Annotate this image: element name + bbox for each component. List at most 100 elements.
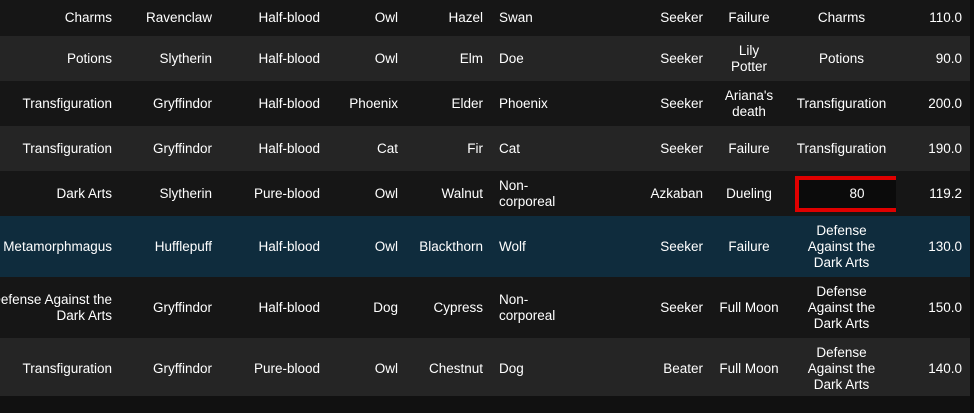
cell-boggart[interactable]: Failure — [711, 216, 787, 277]
cell-blood-status[interactable]: Half-blood — [220, 277, 328, 338]
cell-blood-status-text: Half-blood — [258, 140, 320, 156]
cell-blood-status[interactable]: Half-blood — [220, 126, 328, 171]
cell-house-text: Gryffindor — [152, 95, 212, 111]
cell-subject[interactable]: Potions — [787, 36, 896, 81]
cell-pet[interactable]: Owl — [328, 0, 406, 36]
cell-pet[interactable]: Owl — [328, 36, 406, 81]
cell-position[interactable]: Seeker — [577, 0, 711, 36]
cell-course[interactable]: Potions — [0, 36, 120, 81]
cell-boggart[interactable]: Full Moon — [711, 338, 787, 396]
cell-blood-status[interactable]: Half-blood — [220, 36, 328, 81]
cell-pet[interactable]: Dog — [328, 277, 406, 338]
cell-course[interactable]: Defense Against the Dark Arts — [0, 277, 120, 338]
cell-wand-wood[interactable]: Elm — [406, 36, 491, 81]
table-row[interactable]: Transfiguration Gryffindor Half-blood Phoen… — [0, 81, 970, 126]
data-grid-body: Charms Ravenclaw Half-blood Owl Hazel Swan See… — [0, 0, 970, 396]
table-row[interactable]: Transfiguration Gryffindor Pure-blood Owl Ch… — [0, 338, 970, 396]
cell-patronus[interactable]: Doe — [491, 36, 577, 81]
cell-value[interactable]: 190.0 — [896, 126, 970, 171]
cell-blood-status[interactable]: Pure-blood — [220, 338, 328, 396]
cell-wand-wood[interactable]: Cypress — [406, 277, 491, 338]
cell-house[interactable]: Gryffindor — [120, 277, 220, 338]
cell-wand-wood[interactable]: Fir — [406, 126, 491, 171]
cell-patronus[interactable]: Wolf — [491, 216, 577, 277]
cell-position[interactable]: Seeker — [577, 126, 711, 171]
cell-blood-status[interactable]: Half-blood — [220, 81, 328, 126]
cell-pet[interactable]: Owl — [328, 216, 406, 277]
data-grid-viewport[interactable]: Charms Ravenclaw Half-blood Owl Hazel Swan See… — [0, 0, 970, 396]
cell-boggart[interactable]: Lily Potter — [711, 36, 787, 81]
table-row[interactable]: Transfiguration Gryffindor Half-blood Cat Fi… — [0, 126, 970, 171]
cell-house[interactable]: Gryffindor — [120, 338, 220, 396]
cell-subject[interactable]: Charms — [787, 0, 896, 36]
cell-position[interactable]: Seeker — [577, 216, 711, 277]
cell-patronus[interactable]: Cat — [491, 126, 577, 171]
cell-value[interactable]: 110.0 — [896, 0, 970, 36]
cell-house[interactable]: Hufflepuff — [120, 216, 220, 277]
cell-boggart-text: Dueling — [726, 185, 772, 201]
cell-position[interactable]: Azkaban — [577, 171, 711, 216]
cell-edit-input[interactable] — [795, 175, 896, 212]
cell-course[interactable]: Dark Arts — [0, 171, 120, 216]
cell-value[interactable]: 200.0 — [896, 81, 970, 126]
cell-boggart[interactable]: Failure — [711, 126, 787, 171]
cell-wand-wood-text: Fir — [467, 140, 483, 156]
cell-wand-wood[interactable]: Chestnut — [406, 338, 491, 396]
cell-boggart[interactable]: Full Moon — [711, 277, 787, 338]
table-row[interactable]: Charms Ravenclaw Half-blood Owl Hazel Swan See… — [0, 0, 970, 36]
cell-patronus[interactable]: Dog — [491, 338, 577, 396]
cell-house[interactable]: Slytherin — [120, 36, 220, 81]
cell-subject[interactable]: Defense Against the Dark Arts — [787, 216, 896, 277]
cell-course[interactable]: Charms — [0, 0, 120, 36]
cell-subject[interactable]: Defense Against the Dark Arts — [787, 277, 896, 338]
cell-pet[interactable]: Owl — [328, 171, 406, 216]
cell-house[interactable]: Ravenclaw — [120, 0, 220, 36]
cell-patronus[interactable]: Swan — [491, 0, 577, 36]
cell-subject[interactable]: Defense Against the Dark Arts — [787, 338, 896, 396]
cell-value[interactable]: 119.2 — [896, 171, 970, 216]
cell-value[interactable]: 90.0 — [896, 36, 970, 81]
cell-course[interactable]: Transfiguration — [0, 126, 120, 171]
cell-position-text: Seeker — [660, 10, 703, 25]
cell-subject-text: Defense Against the Dark Arts — [807, 283, 876, 331]
cell-pet[interactable]: Phoenix — [328, 81, 406, 126]
cell-position[interactable]: Seeker — [577, 81, 711, 126]
cell-course[interactable]: Transfiguration — [0, 338, 120, 396]
cell-value[interactable]: 130.0 — [896, 216, 970, 277]
cell-boggart[interactable]: Failure — [711, 0, 787, 36]
cell-subject[interactable] — [787, 171, 896, 216]
cell-course-text: Potions — [66, 50, 112, 66]
cell-blood-status[interactable]: Half-blood — [220, 0, 328, 36]
cell-position[interactable]: Seeker — [577, 277, 711, 338]
cell-wand-wood[interactable]: Hazel — [406, 0, 491, 36]
cell-house[interactable]: Gryffindor — [120, 81, 220, 126]
cell-patronus[interactable]: Non-corporeal — [491, 277, 577, 338]
cell-house[interactable]: Gryffindor — [120, 126, 220, 171]
cell-value[interactable]: 140.0 — [896, 338, 970, 396]
cell-patronus[interactable]: Phoenix — [491, 81, 577, 126]
cell-subject-text: Defense Against the Dark Arts — [807, 222, 876, 270]
cell-blood-status[interactable]: Half-blood — [220, 216, 328, 277]
cell-wand-wood[interactable]: Blackthorn — [406, 216, 491, 277]
table-row[interactable]: Dark Arts Slytherin Pure-blood Owl Walnut Non… — [0, 171, 970, 216]
table-row[interactable]: Metamorphmagus Hufflepuff Half-blood Owl Bla… — [0, 216, 970, 277]
table-row[interactable]: Potions Slytherin Half-blood Owl Elm Doe Seeke… — [0, 36, 970, 81]
cell-boggart[interactable]: Dueling — [711, 171, 787, 216]
cell-value[interactable]: 150.0 — [896, 277, 970, 338]
cell-subject[interactable]: Transfiguration — [787, 81, 896, 126]
cell-boggart[interactable]: Ariana's death — [711, 81, 787, 126]
table-row[interactable]: Defense Against the Dark Arts Gryffindor H… — [0, 277, 970, 338]
cell-pet[interactable]: Cat — [328, 126, 406, 171]
cell-blood-status[interactable]: Pure-blood — [220, 171, 328, 216]
cell-position[interactable]: Seeker — [577, 36, 711, 81]
cell-patronus[interactable]: Non-corporeal — [491, 171, 577, 216]
cell-wand-wood[interactable]: Elder — [406, 81, 491, 126]
cell-course[interactable]: Transfiguration — [0, 81, 120, 126]
cell-course[interactable]: Metamorphmagus — [0, 216, 120, 277]
cell-pet[interactable]: Owl — [328, 338, 406, 396]
cell-house[interactable]: Slytherin — [120, 171, 220, 216]
cell-subject-text: Charms — [817, 10, 866, 25]
cell-position[interactable]: Beater — [577, 338, 711, 396]
cell-wand-wood[interactable]: Walnut — [406, 171, 491, 216]
cell-subject[interactable]: Transfiguration — [787, 126, 896, 171]
